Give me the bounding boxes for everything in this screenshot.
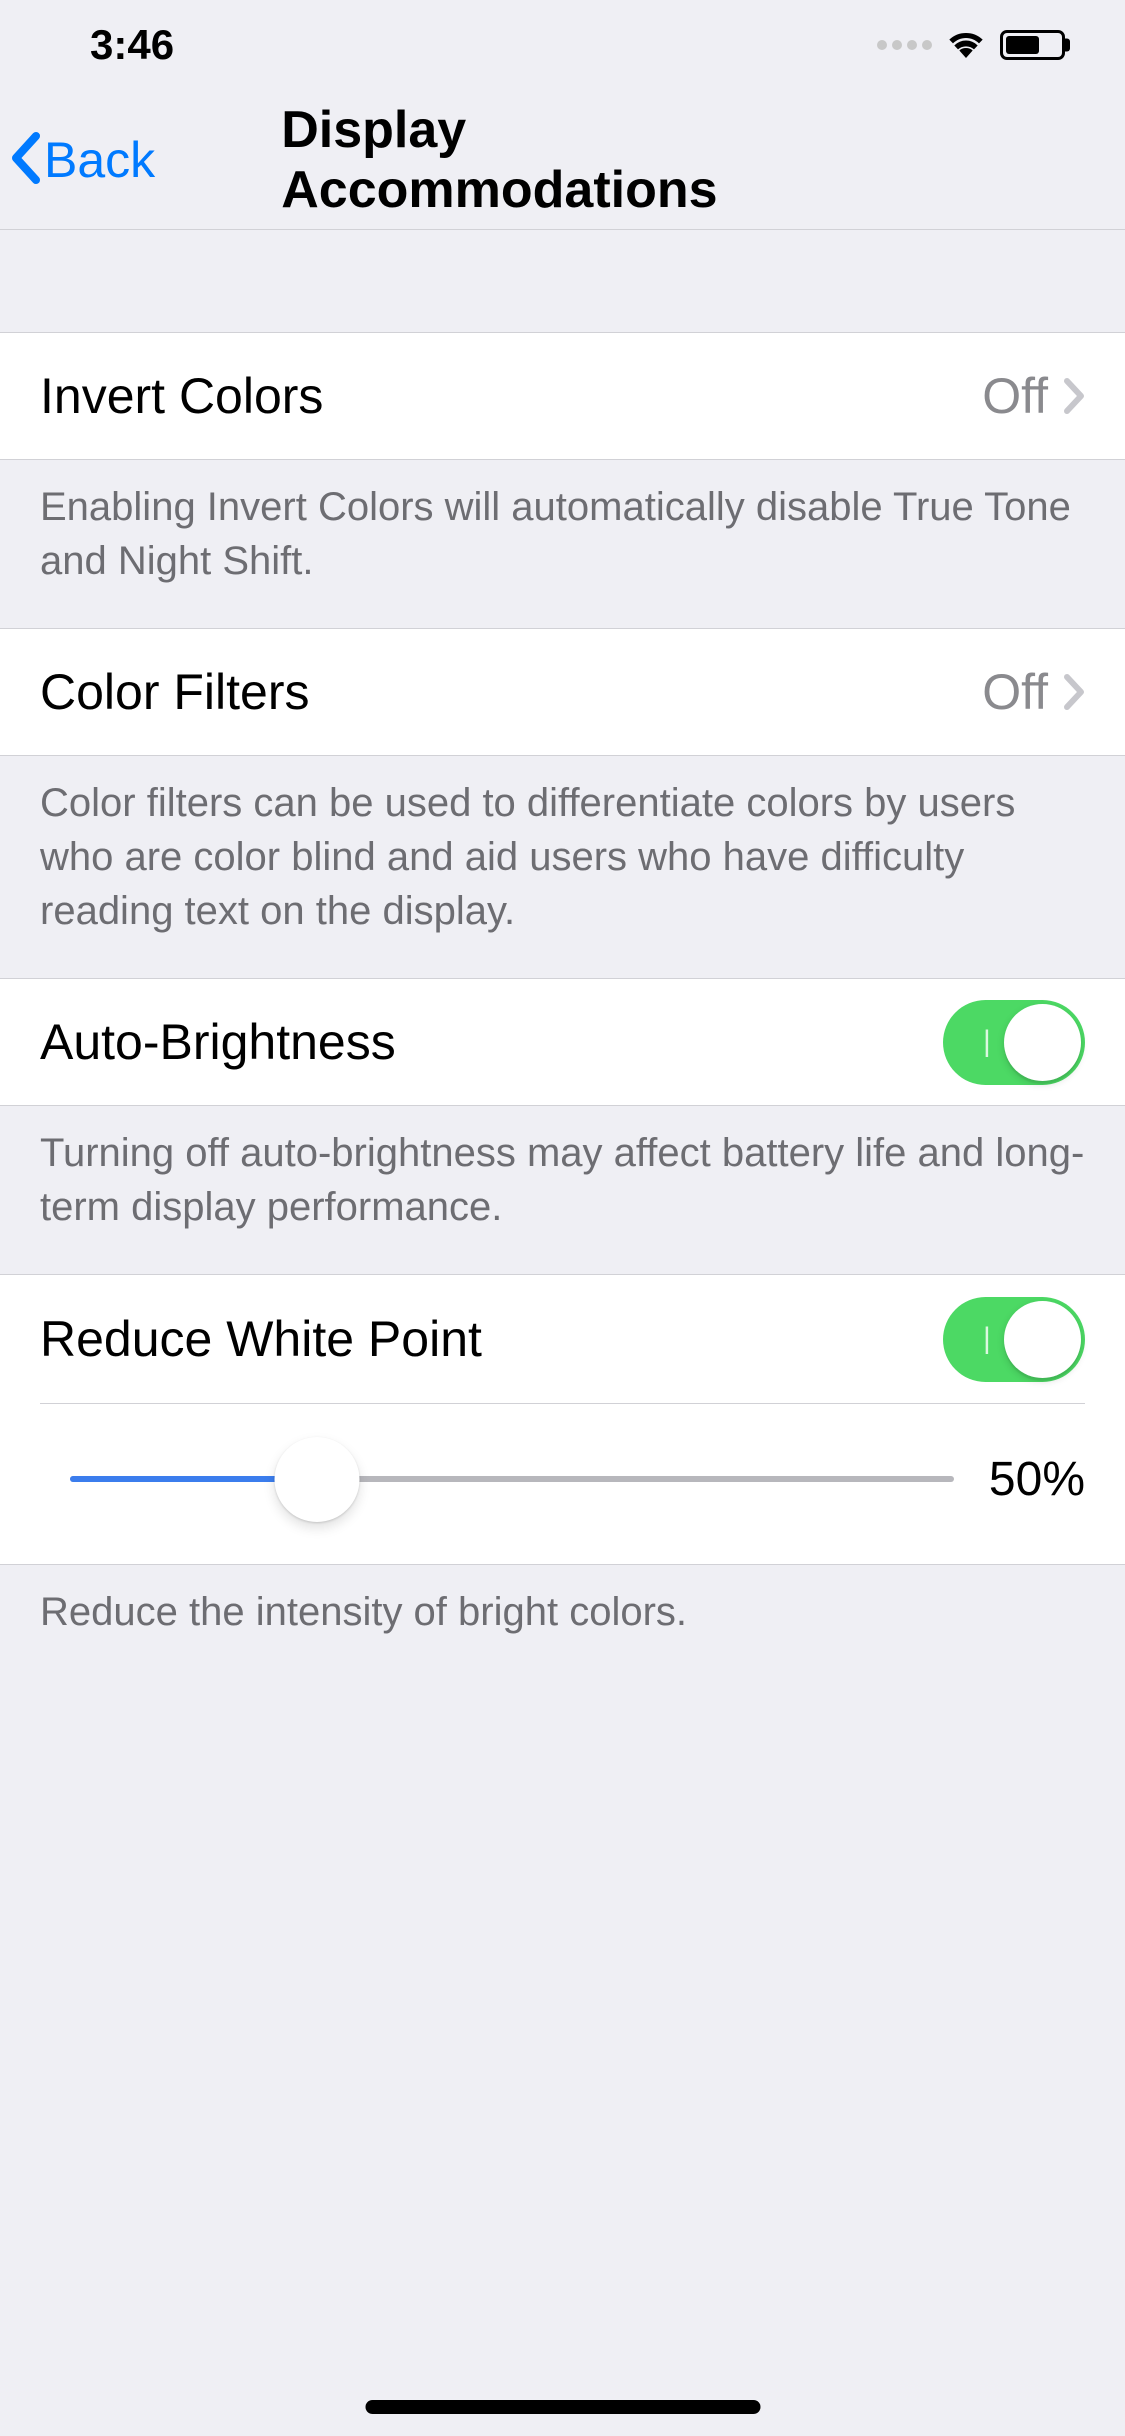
auto-brightness-label: Auto-Brightness	[40, 1013, 943, 1071]
back-button[interactable]: Back	[10, 125, 155, 195]
chevron-right-icon	[1063, 364, 1085, 428]
color-filters-footer: Color filters can be used to differentia…	[0, 756, 1125, 978]
reduce-white-point-footer: Reduce the intensity of bright colors.	[0, 1565, 1125, 1679]
status-time: 3:46	[90, 21, 174, 69]
back-label: Back	[44, 131, 155, 189]
signal-indicator	[877, 40, 932, 50]
invert-colors-value: Off	[982, 367, 1048, 425]
reduce-white-point-label: Reduce White Point	[40, 1310, 943, 1368]
slider-thumb[interactable]	[275, 1437, 360, 1522]
color-filters-value: Off	[982, 663, 1048, 721]
color-filters-label: Color Filters	[40, 663, 982, 721]
color-filters-cell[interactable]: Color Filters Off	[0, 628, 1125, 756]
status-bar: 3:46	[0, 0, 1125, 90]
invert-colors-cell[interactable]: Invert Colors Off	[0, 332, 1125, 460]
invert-colors-footer: Enabling Invert Colors will automaticall…	[0, 460, 1125, 628]
page-title: Display Accommodations	[281, 100, 844, 220]
auto-brightness-toggle[interactable]: |	[943, 1000, 1085, 1085]
white-point-slider[interactable]	[70, 1439, 954, 1519]
wifi-icon	[946, 28, 986, 63]
auto-brightness-footer: Turning off auto-brightness may affect b…	[0, 1106, 1125, 1274]
reduce-white-point-cell: Reduce White Point | 50%	[0, 1274, 1125, 1565]
status-icons	[877, 28, 1085, 63]
chevron-back-icon	[10, 125, 40, 195]
invert-colors-label: Invert Colors	[40, 367, 982, 425]
chevron-right-icon	[1063, 660, 1085, 724]
battery-icon	[1000, 30, 1065, 60]
home-indicator[interactable]	[365, 2400, 760, 2414]
auto-brightness-cell: Auto-Brightness |	[0, 978, 1125, 1106]
reduce-white-point-toggle[interactable]: |	[943, 1297, 1085, 1382]
white-point-value: 50%	[989, 1452, 1085, 1507]
nav-bar: Back Display Accommodations	[0, 90, 1125, 230]
